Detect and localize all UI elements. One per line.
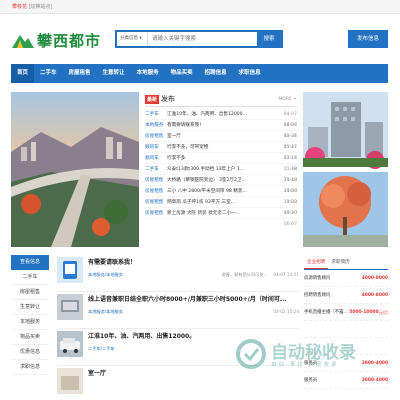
search-bar: 分类信息 ▾ 搜索 — [115, 30, 283, 48]
news-row[interactable]: 本地服务 有需要请联系我！ 04-07 19:31 — [145, 120, 297, 139]
nav-item-used-cars[interactable]: 二手车 — [34, 64, 63, 83]
search-input[interactable] — [148, 32, 257, 46]
listings: 有需要请联系我！ 本地服务/本地服务 游客，如有您公司可发... 04-07 1… — [57, 255, 299, 400]
latest-badge: 最新 — [145, 94, 160, 104]
list-item[interactable]: 有需要请联系我！ 本地服务/本地服务 游客，如有您公司可发... 04-07 1… — [57, 255, 299, 292]
site-logo[interactable]: 攀西都市 — [12, 29, 101, 51]
job-item[interactable]: 手机直播主播（不露... 5000-10000 元/月 — [304, 304, 388, 321]
news-row[interactable]: 二手车 江淮10年、油、汽两用、出售12000... 04-07 18:28 — [145, 109, 297, 128]
latest-posts-panel: 最新 发布 MORE + 二手车 江淮10年、油、汽两用、出售12000... 04… — [145, 92, 297, 247]
sidemenu-item-deals[interactable]: 优惠信息 — [11, 345, 49, 360]
sidemenu-item-used-cars[interactable]: 二手车 — [11, 270, 49, 285]
watermark-overlay: 自动秘收录 自动·来访·自动收录 — [235, 334, 385, 374]
news-row[interactable]: 二手车 众泰t13款t300 手动挡 13年上户 1... 11-18 20:40 — [145, 164, 297, 183]
city-buildings-photo[interactable] — [303, 92, 388, 169]
job-item[interactable]: 服务员 3000-4000 — [304, 372, 388, 389]
news-row[interactable]: 房屋租售 大桥路（攀钢医院旁边） 3室2厅2卫... 11-18 20:08 — [145, 175, 297, 194]
logo-text: 攀西都市 — [37, 31, 102, 50]
post-info-button[interactable]: 发布信息 — [348, 30, 388, 48]
nav-item-goods[interactable]: 物品买卖 — [165, 64, 199, 83]
watermark-logo-icon — [236, 339, 266, 369]
listing-user: 游客，如有您公司可发... — [221, 272, 268, 277]
nav-item-housing[interactable]: 房屋租售 — [63, 64, 97, 83]
main-nav: 首页 二手车 房屋租售 生意转让 本地服务 物品买卖 招聘信息 求职信息 — [11, 64, 388, 83]
nav-item-job-seekers[interactable]: 求职信息 — [233, 64, 267, 83]
mountain-logo-icon — [12, 32, 34, 48]
news-row[interactable]: 房屋租售 炳草岗 瓜子坪1栋 93平方 三室... 11-20 00:30 — [145, 197, 297, 216]
sidemenu-item-services[interactable]: 本地服务 — [11, 315, 49, 330]
search-category-select[interactable]: 分类信息 ▾ — [117, 32, 148, 46]
listing-thumbnail — [57, 257, 83, 283]
listing-category[interactable]: 二手车/二手车 — [88, 346, 115, 352]
latest-posts-title: 发布 — [161, 95, 176, 103]
job-item[interactable]: 招聘销售顾问 4000-8000 — [304, 287, 388, 304]
nav-item-business-transfer[interactable]: 生意转让 — [97, 64, 131, 83]
tab-company-jobs[interactable]: 企业招聘 — [304, 255, 329, 269]
listing-date: 04-02 15:24 — [273, 309, 299, 314]
nav-item-local-services[interactable]: 本地服务 — [131, 64, 165, 83]
listing-date: 04-07 14:21 — [273, 272, 299, 277]
switch-site-link[interactable]: [切换站点] — [29, 4, 53, 10]
nav-item-home[interactable]: 首页 — [11, 64, 35, 83]
listing-thumbnail — [57, 368, 83, 394]
listing-title: 线上语音兼职日结全职六小时8000+/月兼职三小时5000+/月（时间可... — [88, 296, 287, 303]
listing-category[interactable]: 本地服务/本地服务 — [88, 272, 123, 278]
flowering-tree-photo[interactable] — [303, 172, 388, 247]
list-item[interactable]: 线上语音兼职日结全职六小时8000+/月兼职三小时5000+/月（时间可... … — [57, 292, 299, 329]
news-row[interactable]: 房屋租售 三小 八中 2800/平米空间带 98 精装... 11-20 10:03 — [145, 186, 297, 205]
current-city[interactable]: 攀枝花 — [12, 4, 27, 10]
city-bridge-photo — [11, 92, 139, 247]
search-button[interactable]: 搜索 — [257, 32, 281, 46]
sidemenu-header: 查看信息 — [11, 255, 49, 270]
more-link[interactable]: MORE + — [278, 97, 297, 102]
listing-thumbnail — [57, 331, 83, 357]
latest-posts-header: 最新 发布 MORE + — [145, 92, 297, 107]
side-photos — [303, 92, 388, 247]
watermark-subtext: 自动·来访·自动收录 — [271, 362, 339, 368]
sidemenu-item-housing[interactable]: 房屋租售 — [11, 285, 49, 300]
news-row[interactable]: 顺风车 行李不多 01-17 11:39 — [145, 153, 297, 172]
news-row[interactable]: 房屋租售 新上房源 大院 新装 状元亲二小一... 11-20 06:07 — [145, 208, 297, 227]
listing-thumbnail — [57, 294, 83, 320]
sidemenu-item-goods[interactable]: 物品买卖 — [11, 330, 49, 345]
news-row[interactable]: 房屋租售 室一厅 02-26 15:41 — [145, 131, 297, 150]
listing-title: 有需要请联系我！ — [88, 259, 137, 266]
sidemenu-item-business[interactable]: 生意转让 — [11, 300, 49, 315]
header: 攀西都市 分类信息 ▾ 搜索 发布信息 — [0, 14, 400, 62]
category-sidemenu: 查看信息 二手车 房屋租售 生意转让 本地服务 物品买卖 优惠信息 求职信息 — [11, 255, 49, 375]
tab-resumes[interactable]: 求职简历 — [328, 255, 352, 269]
sidemenu-item-job-seekers[interactable]: 求职信息 — [11, 360, 49, 375]
news-row[interactable]: 顺风车 行李不多，可带宠物 01-17 12:14 — [145, 142, 297, 161]
city-photo-carousel[interactable] — [11, 92, 139, 247]
top-bar: 攀枝花 [切换站点] — [0, 0, 400, 14]
nav-item-jobs[interactable]: 招聘信息 — [199, 64, 233, 83]
job-item[interactable]: 房源销售顾问 4000-8000 — [304, 270, 388, 287]
listing-category[interactable]: 本地服务/本地服务 — [88, 309, 123, 315]
